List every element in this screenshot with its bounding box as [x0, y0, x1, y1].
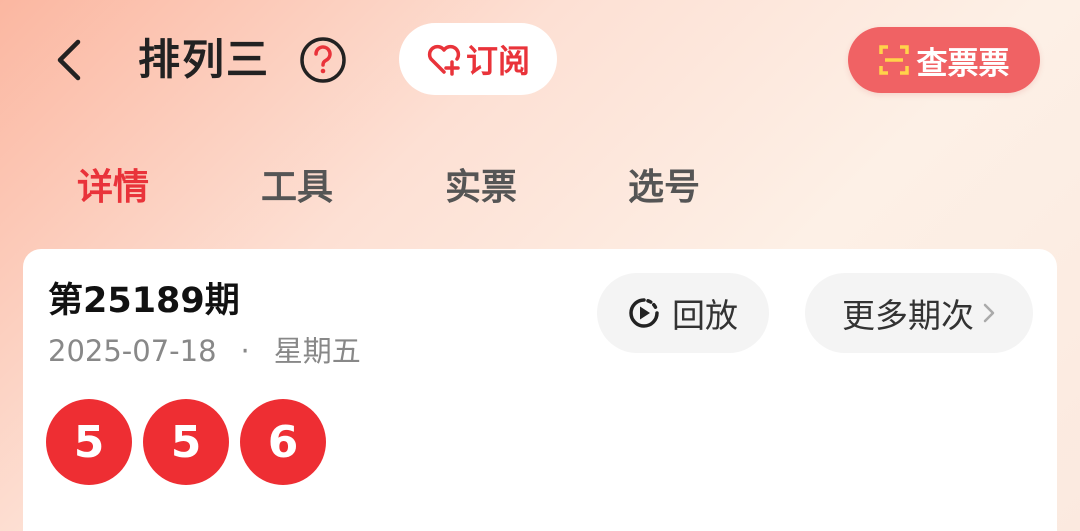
replay-button[interactable]: 回放 — [597, 273, 769, 353]
winning-numbers: 5 5 6 — [46, 399, 326, 485]
heart-plus-icon — [427, 44, 461, 76]
play-circle-icon — [629, 298, 659, 328]
number-ball: 5 — [143, 399, 229, 485]
check-ticket-button[interactable]: 查票票 — [848, 27, 1040, 93]
question-circle-icon — [300, 37, 346, 83]
draw-date: 2025-07-18 — [48, 334, 217, 368]
check-ticket-label: 查票票 — [916, 45, 1010, 82]
chevron-left-icon — [57, 39, 81, 81]
subscribe-button[interactable]: 订阅 — [399, 23, 557, 95]
tab-real-tickets[interactable]: 实票 — [445, 160, 517, 216]
more-issues-label: 更多期次 — [842, 296, 974, 335]
chevron-right-icon — [983, 303, 995, 323]
page-title: 排列三 — [138, 35, 271, 84]
more-issues-button[interactable]: 更多期次 — [805, 273, 1033, 353]
tab-tools[interactable]: 工具 — [261, 160, 333, 216]
scan-icon — [878, 45, 909, 75]
number-ball: 6 — [240, 399, 326, 485]
draw-result-card: 第25189期 2025-07-18 · 星期五 回放 更多期次 5 5 6 — [23, 249, 1057, 531]
date-separator: · — [240, 334, 250, 368]
number-ball: 5 — [46, 399, 132, 485]
subscribe-label: 订阅 — [465, 42, 530, 80]
draw-date-line: 2025-07-18 · 星期五 — [48, 329, 361, 373]
header: 排列三 订阅 查票票 — [0, 0, 1080, 125]
help-button[interactable] — [299, 36, 347, 84]
draw-weekday: 星期五 — [273, 334, 361, 368]
tab-details[interactable]: 详情 — [77, 160, 149, 216]
back-button[interactable] — [48, 38, 88, 82]
tab-bar: 详情 工具 实票 选号 — [0, 160, 1080, 216]
replay-label: 回放 — [672, 296, 738, 335]
issue-number: 第25189期 — [48, 281, 240, 321]
tab-pick-numbers[interactable]: 选号 — [628, 160, 700, 216]
